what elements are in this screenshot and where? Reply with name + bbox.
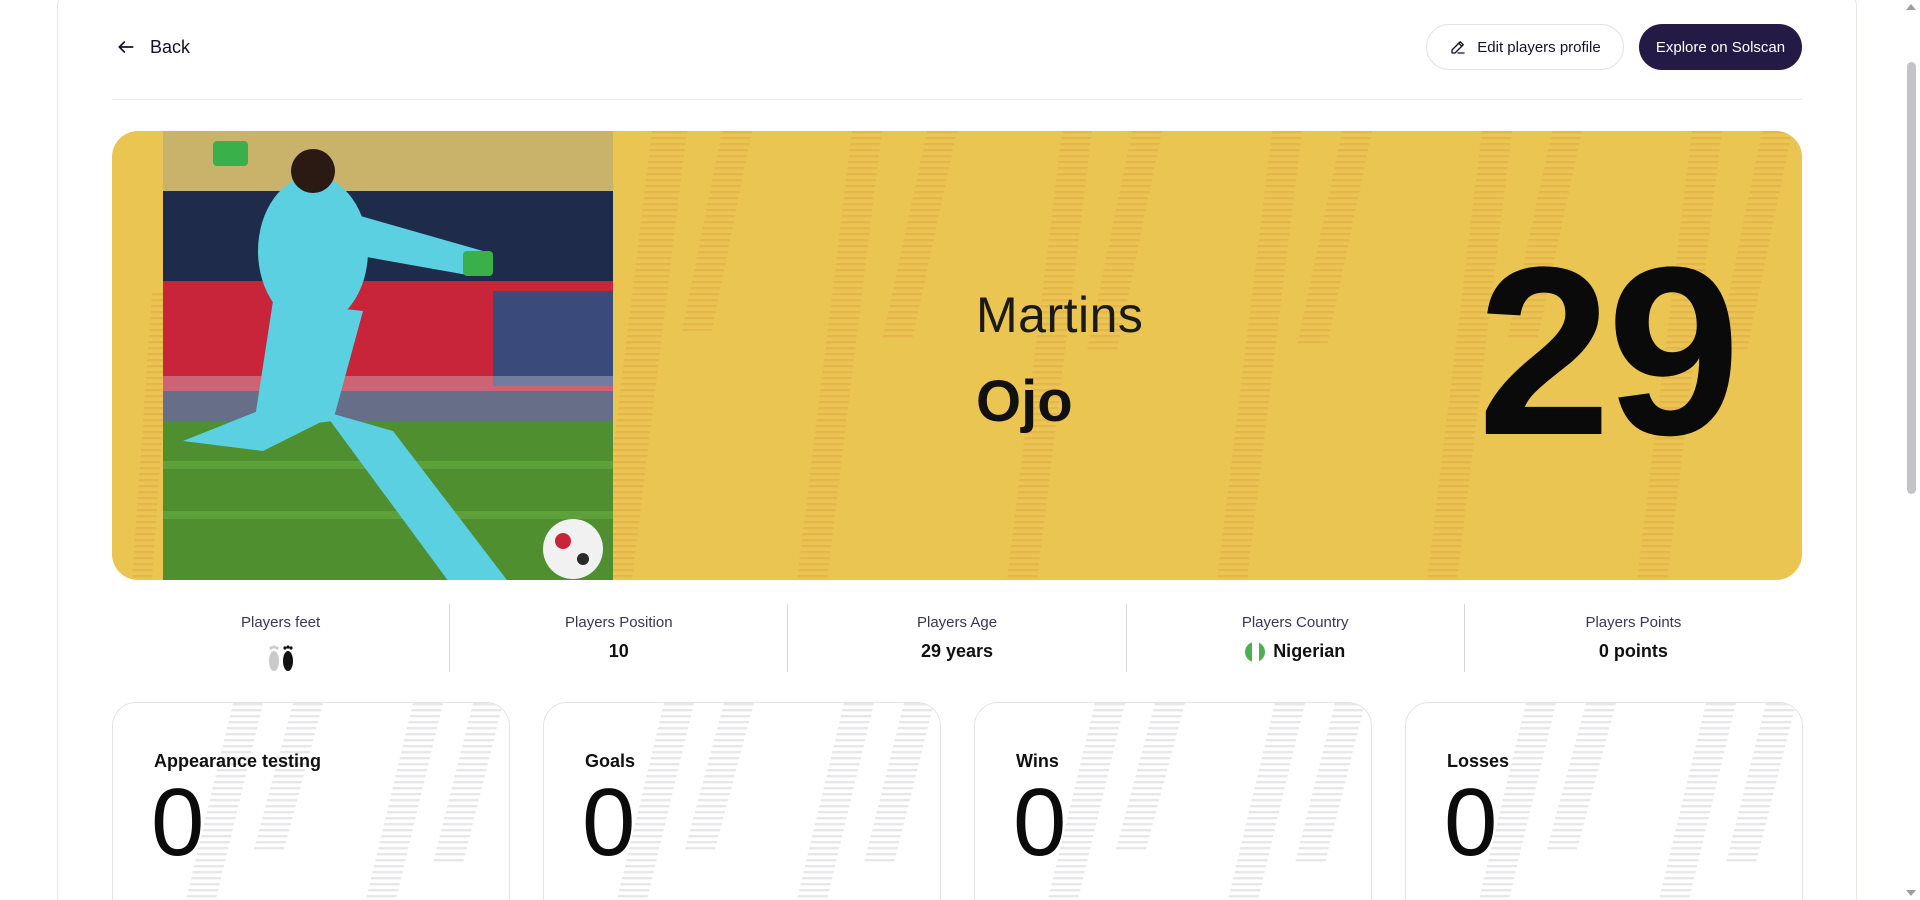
info-points: Players Points 0 points [1465, 604, 1802, 672]
scroll-up-icon[interactable] [1906, 4, 1916, 10]
info-country-label: Players Country [1241, 614, 1349, 631]
player-jersey-number: 29 [1477, 217, 1741, 485]
back-button[interactable]: Back [116, 30, 190, 64]
pencil-icon [1451, 41, 1465, 54]
stat-card-losses: Losses 0 [1405, 702, 1803, 900]
explore-solscan-button[interactable]: Explore on Solscan [1639, 24, 1802, 70]
info-country-text: Nigerian [1273, 641, 1346, 661]
stat-value-goals: 0 [582, 769, 636, 876]
edit-profile-button[interactable]: Edit players profile [1426, 24, 1624, 70]
scroll-down-icon[interactable] [1906, 890, 1916, 896]
explore-solscan-label: Explore on Solscan [1655, 38, 1786, 56]
info-position-label: Players Position [565, 614, 673, 631]
info-age: Players Age 29 years [788, 604, 1127, 672]
edit-profile-label: Edit players profile [1477, 38, 1601, 56]
info-country: Players Country Nigerian [1127, 604, 1465, 672]
info-points-label: Players Points [1585, 614, 1682, 631]
header-divider [112, 99, 1802, 100]
player-info-strip: Players feet Players Position 10 Players… [112, 604, 1802, 672]
stat-card-goals: Goals 0 [543, 702, 941, 900]
arrow-left-icon [118, 41, 134, 53]
stat-card-wins: Wins 0 [974, 702, 1372, 900]
stat-value-wins: 0 [1013, 769, 1067, 876]
back-label: Back [150, 36, 191, 57]
player-photo-image [163, 131, 613, 580]
info-country-value: Nigerian [1245, 641, 1345, 662]
info-position-value: 10 [608, 641, 629, 661]
player-last-name: Ojo [976, 369, 1073, 434]
feet-value [264, 641, 298, 673]
info-position: Players Position 10 [450, 604, 789, 672]
info-points-value: 0 points [1598, 641, 1668, 661]
scrollbar[interactable] [1903, 0, 1920, 900]
scrollbar-thumb[interactable] [1907, 62, 1916, 494]
info-age-label: Players Age [916, 614, 998, 631]
info-feet-label: Players feet [240, 614, 321, 631]
stat-value-losses: 0 [1444, 769, 1498, 876]
info-feet: Players feet [112, 604, 451, 673]
feet-icon [268, 645, 293, 671]
stat-value-appearance: 0 [151, 769, 205, 876]
player-photo [163, 131, 613, 580]
player-hero-card: Martins Ojo 29 [112, 131, 1802, 580]
player-first-name: Martins [976, 287, 1144, 343]
stat-card-appearance: Appearance testing 0 [112, 702, 510, 900]
nigeria-flag-icon [1245, 641, 1266, 662]
info-age-value: 29 years [920, 641, 994, 661]
